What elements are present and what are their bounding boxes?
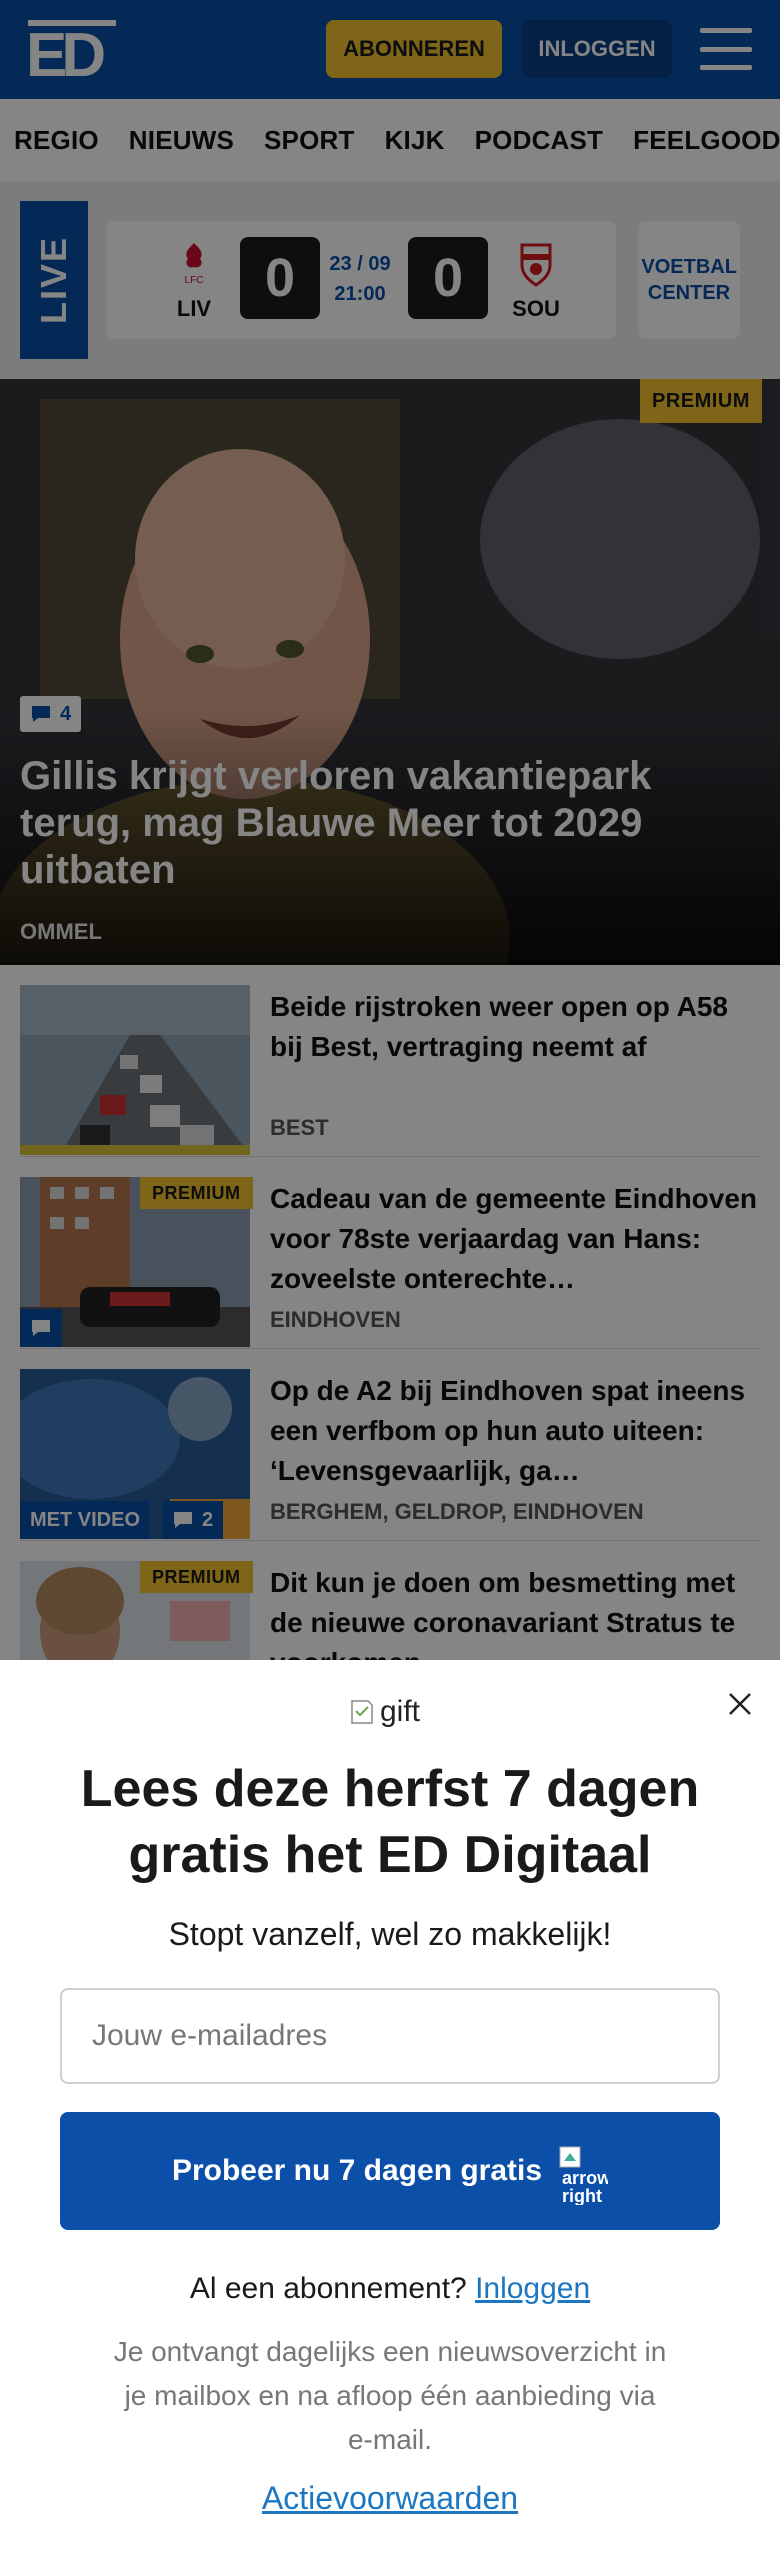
- arrow-right-icon: arrow right: [558, 2141, 608, 2205]
- login-link[interactable]: Inloggen: [475, 2272, 590, 2305]
- trial-cta-button[interactable]: Probeer nu 7 dagen gratis arrow right: [60, 2112, 720, 2230]
- gift-icon: gift: [348, 1692, 420, 1732]
- already-subscribed: Al een abonnement? Inloggen: [189, 2272, 591, 2305]
- close-icon[interactable]: [720, 1684, 760, 1724]
- modal-backdrop[interactable]: [0, 0, 780, 1660]
- modal-title: Lees deze herfst 7 dagen gratis het ED D…: [80, 1760, 700, 1884]
- terms-link[interactable]: Actievoorwaarden: [40, 2480, 740, 2517]
- subscription-modal: gift Lees deze herfst 7 dagen gratis het…: [0, 1660, 780, 2560]
- modal-subtitle: Stopt vanzelf, wel zo makkelijk!: [168, 1916, 612, 1952]
- email-field[interactable]: [60, 1988, 720, 2084]
- info-text: Je ontvangt dagelijks een nieuwsoverzich…: [113, 2336, 667, 2455]
